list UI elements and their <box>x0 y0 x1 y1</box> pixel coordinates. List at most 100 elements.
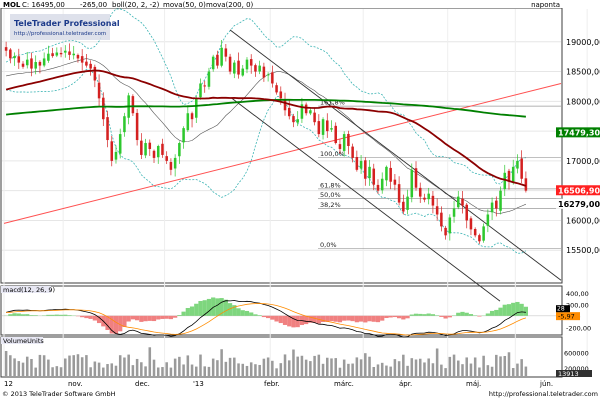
macd-histogram-bar <box>507 304 511 316</box>
macd-histogram-bar <box>312 316 316 323</box>
macd-histogram-bar <box>55 315 59 316</box>
volume-bar <box>482 356 485 376</box>
macd-histogram-bar <box>34 315 38 316</box>
macd-histogram-bar <box>465 313 469 316</box>
volume-bar <box>102 368 105 376</box>
candle-body <box>436 206 439 214</box>
price-axis-tick-label: 16000,00 <box>566 216 600 225</box>
candle-body <box>444 228 447 235</box>
candle-body <box>389 168 392 182</box>
volume-bar <box>233 358 236 376</box>
price-panel[interactable] <box>1 8 562 283</box>
volume-bar <box>284 354 287 376</box>
macd-histogram-bar <box>359 316 363 322</box>
candle-body <box>398 184 401 202</box>
volume-bar <box>309 361 312 376</box>
candle-body <box>280 91 283 98</box>
stock-chart[interactable]: 161,8%100,0%61,8%50,0%38,2%0,0% 15500,00… <box>0 0 600 400</box>
volume-bar <box>343 360 346 376</box>
price-axis-tick-label: 19000,00 <box>566 38 600 47</box>
volume-bar <box>187 355 190 376</box>
macd-histogram-bar <box>8 314 12 316</box>
footer-copyright: © 2013 TeleTrader Software GmbH <box>2 390 116 398</box>
macd-histogram-bar <box>131 316 135 320</box>
macd-histogram-bar <box>84 316 88 318</box>
volume-bar <box>140 362 143 376</box>
volume-bar <box>229 358 232 376</box>
candle-body <box>140 141 143 155</box>
candle-body <box>339 144 342 149</box>
volume-bar <box>406 366 409 376</box>
macd-axis-tick-label: -200,00 <box>566 324 591 332</box>
candle-body <box>449 217 452 233</box>
macd-histogram-bar <box>186 308 190 316</box>
candle-body <box>402 202 405 212</box>
candle-body <box>187 113 190 130</box>
volume-bar <box>368 357 371 376</box>
header-ma50: mova(50, 0) <box>163 1 206 9</box>
volume-bar <box>465 357 468 376</box>
macd-histogram-bar <box>283 316 287 325</box>
macd-histogram-bar <box>181 312 185 316</box>
macd-histogram-bar <box>270 316 274 320</box>
volume-bar <box>72 355 75 376</box>
macd-histogram-bar <box>414 314 418 316</box>
candle-body <box>503 173 506 189</box>
header-change: -265,00 <box>80 1 107 9</box>
volume-bar <box>444 368 447 376</box>
candle-body <box>237 61 240 75</box>
candle-body <box>81 56 84 62</box>
volume-bar <box>372 367 375 376</box>
macd-histogram-bar <box>384 316 388 318</box>
volume-bar <box>161 367 164 376</box>
x-axis-month-label: jún. <box>539 380 553 388</box>
macd-histogram-bar <box>363 316 367 323</box>
volume-bar <box>389 367 392 376</box>
volume-bar <box>449 357 452 376</box>
fib-level-label: 38,2% <box>320 201 341 209</box>
x-axis-month-label: ápr. <box>399 380 412 388</box>
macd-histogram-bar <box>401 316 405 320</box>
volume-bar <box>18 361 21 376</box>
volume-bar <box>423 362 426 376</box>
volume-bar <box>22 363 25 376</box>
macd-histogram-bar <box>524 307 528 316</box>
volume-bar <box>495 355 498 376</box>
volume-bar <box>508 352 511 376</box>
watermark-brand: TeleTrader Professional <box>14 19 120 28</box>
macd-histogram-bar <box>418 314 422 316</box>
volume-bar <box>119 355 122 376</box>
volume-bar <box>178 357 181 376</box>
volume-bar <box>165 362 168 376</box>
candle-body <box>495 201 498 209</box>
candle-body <box>372 169 375 185</box>
macd-histogram-bar <box>490 311 494 316</box>
macd-histogram-bar <box>177 315 181 316</box>
volume-bar <box>195 367 198 376</box>
candle-body <box>9 50 12 59</box>
volume-bar <box>94 362 97 376</box>
volume-bar <box>457 361 460 376</box>
candle-body <box>115 152 118 160</box>
volume-bar <box>326 358 329 376</box>
macd-histogram-bar <box>389 316 393 318</box>
ma200-value-label: 17479,30 <box>558 128 600 137</box>
macd-histogram-bar <box>431 314 435 316</box>
last-close-value-label: 16506,90 <box>558 186 600 195</box>
candle-body <box>288 108 291 116</box>
chart-canvas[interactable]: 161,8%100,0%61,8%50,0%38,2%0,0% 15500,00… <box>0 0 600 400</box>
candle-body <box>296 119 299 122</box>
candle-body <box>68 51 71 54</box>
candle-body <box>212 57 215 70</box>
macd-histogram-bar <box>224 300 228 316</box>
candle-body <box>77 55 80 59</box>
macd-histogram-bar <box>443 316 447 319</box>
macd-histogram-bar <box>160 316 164 319</box>
candle-body <box>318 121 321 134</box>
macd-histogram-bar <box>97 316 101 323</box>
volume-bar <box>237 363 240 376</box>
macd-histogram-bar <box>380 316 384 321</box>
candle-body <box>89 64 92 69</box>
volume-bar <box>149 347 152 376</box>
volume-bar <box>203 366 206 376</box>
